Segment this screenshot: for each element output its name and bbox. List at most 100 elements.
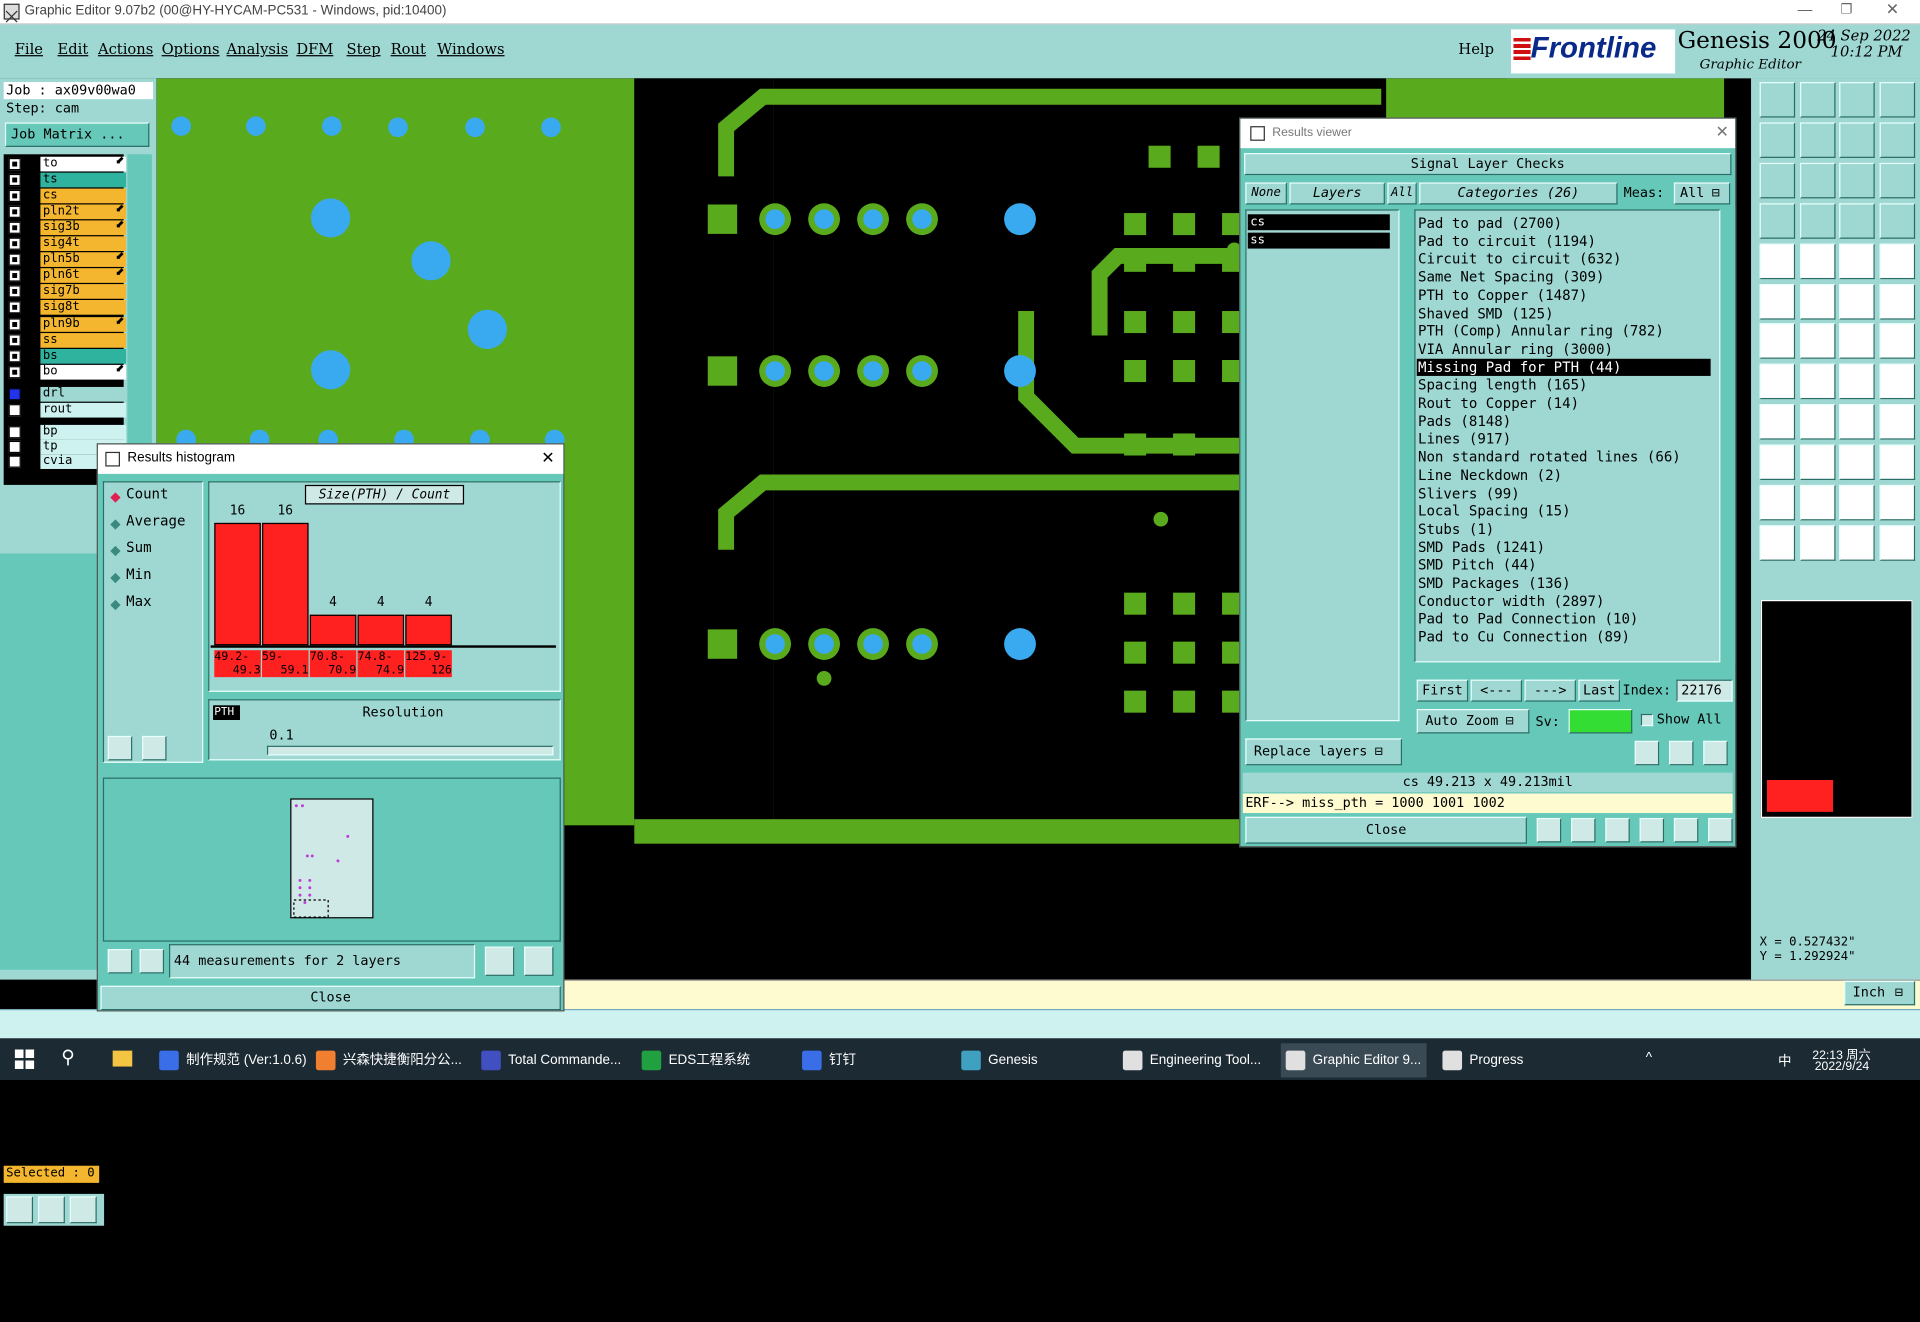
- report-icon[interactable]: [1673, 817, 1699, 843]
- search-icon[interactable]: ⚲: [61, 1046, 74, 1068]
- toolbar-tool-icon[interactable]: [1839, 283, 1875, 319]
- menu-step[interactable]: Step: [347, 40, 381, 57]
- toolbar-tool-icon[interactable]: [1759, 243, 1796, 279]
- toolbar-tool-icon[interactable]: [1759, 525, 1796, 561]
- category-item[interactable]: Pad to circuit (1194): [1417, 232, 1711, 249]
- toolbar-tool-icon[interactable]: [1759, 202, 1796, 239]
- export-icon[interactable]: [484, 946, 515, 976]
- toolbar-tool-icon[interactable]: [1878, 162, 1915, 199]
- histogram-bar[interactable]: [214, 522, 261, 646]
- layer-row[interactable]: bs: [5, 348, 127, 364]
- toolbar-tool-icon[interactable]: [1839, 82, 1875, 118]
- category-item[interactable]: Pad to Cu Connection (89): [1417, 628, 1711, 645]
- taskbar-app[interactable]: Total Commande...: [481, 1043, 621, 1077]
- layer-checkbox[interactable]: [8, 157, 21, 171]
- toolbar-tool-icon[interactable]: [1839, 122, 1875, 158]
- category-item[interactable]: PTH (Comp) Annular ring (782): [1417, 322, 1711, 339]
- toolbar-tool-icon[interactable]: [1799, 323, 1835, 360]
- layers-button[interactable]: Layers: [1289, 182, 1385, 205]
- taskbar-app[interactable]: Graphic Editor 9...: [1280, 1043, 1427, 1078]
- category-scrollbar[interactable]: [1720, 209, 1736, 663]
- measure-tool-icon[interactable]: [37, 1196, 65, 1224]
- toolbar-tool-icon[interactable]: [1878, 404, 1915, 440]
- layer-list-item[interactable]: cs: [1247, 214, 1390, 231]
- layer-row[interactable]: sig7b: [5, 284, 127, 300]
- toolbar-tool-icon[interactable]: [1759, 484, 1796, 521]
- toolbar-tool-icon[interactable]: [1799, 202, 1835, 239]
- category-item[interactable]: Local Spacing (15): [1417, 502, 1711, 519]
- toolbar-tool-icon[interactable]: [1839, 484, 1875, 521]
- toolbar-tool-icon[interactable]: [1839, 162, 1875, 199]
- layer-row[interactable]: pln2t ⬋: [5, 203, 127, 220]
- layer-checkbox[interactable]: [8, 455, 21, 468]
- category-hscrollbar[interactable]: [1414, 662, 1721, 675]
- toolbar-tool-icon[interactable]: [1799, 82, 1835, 118]
- minimize-icon[interactable]: —: [1798, 1, 1813, 18]
- histogram-bar[interactable]: [357, 614, 405, 646]
- layer-checkbox[interactable]: [8, 317, 21, 331]
- layer-list-scrollbar[interactable]: [1399, 209, 1412, 722]
- replace-layers-select[interactable]: Replace layers ⊟: [1245, 738, 1403, 766]
- toolbar-tool-icon[interactable]: [1839, 243, 1875, 279]
- menu-windows[interactable]: Windows: [437, 40, 504, 57]
- toolbar-tool-icon[interactable]: [1799, 283, 1835, 319]
- menu-analysis[interactable]: Analysis: [227, 40, 289, 57]
- menu-dfm[interactable]: DFM: [296, 40, 333, 57]
- category-item[interactable]: Missing Pad for PTH (44): [1416, 358, 1711, 376]
- next-button[interactable]: --->: [1524, 679, 1576, 702]
- histogram-option[interactable]: Min: [126, 566, 151, 583]
- layer-row[interactable]: bp: [5, 424, 127, 440]
- toolbar-tool-icon[interactable]: [1839, 364, 1875, 400]
- sv-color-select[interactable]: [1568, 708, 1633, 734]
- layer-checkbox[interactable]: [8, 426, 21, 439]
- category-item[interactable]: Pad to pad (2700): [1417, 214, 1711, 231]
- auto-zoom-select[interactable]: Auto Zoom ⊟: [1416, 708, 1530, 734]
- radio-icon[interactable]: ◆: [110, 542, 120, 558]
- toolbar-tool-icon[interactable]: [1839, 444, 1875, 481]
- histogram-bar[interactable]: [405, 614, 452, 646]
- layer-row[interactable]: drl: [5, 386, 127, 402]
- layer-row[interactable]: pln6t ⬋: [5, 267, 127, 284]
- all-button[interactable]: All: [1387, 182, 1417, 205]
- radio-icon[interactable]: ◆: [110, 516, 120, 532]
- toolbar-tool-icon[interactable]: [1878, 525, 1915, 561]
- category-item[interactable]: Pads (8148): [1417, 412, 1711, 429]
- category-item[interactable]: SMD Pitch (44): [1417, 556, 1711, 573]
- layer-scrollbar[interactable]: [127, 154, 152, 485]
- layer-checkbox[interactable]: [8, 173, 21, 187]
- histogram-option[interactable]: Max: [126, 593, 151, 610]
- results-close-icon[interactable]: ✕: [1716, 122, 1729, 142]
- layer-checkbox[interactable]: [8, 253, 21, 267]
- category-item[interactable]: Circuit to circuit (632): [1417, 250, 1711, 267]
- clear-icon[interactable]: [1605, 817, 1630, 843]
- toolbar-tool-icon[interactable]: [1839, 404, 1875, 440]
- layer-checkbox[interactable]: [8, 221, 21, 235]
- toolbar-tool-icon[interactable]: [1878, 122, 1915, 158]
- meas-select[interactable]: All ⊟: [1673, 182, 1731, 205]
- toolbar-tool-icon[interactable]: [1799, 162, 1835, 199]
- toolbar-tool-icon[interactable]: [1878, 82, 1915, 118]
- layer-row[interactable]: ts: [5, 172, 127, 188]
- taskbar-app[interactable]: Genesis: [961, 1043, 1038, 1077]
- radio-icon[interactable]: ◆: [110, 596, 120, 612]
- layer-row[interactable]: sig4t: [5, 236, 127, 252]
- category-item[interactable]: Lines (917): [1417, 430, 1711, 447]
- toolbar-tool-icon[interactable]: [1878, 202, 1915, 239]
- category-item[interactable]: Spacing length (165): [1417, 376, 1711, 393]
- ime-label[interactable]: 中: [1778, 1051, 1791, 1071]
- categories-button[interactable]: Categories (26): [1419, 182, 1618, 205]
- layer-row[interactable]: bo ⬋: [5, 363, 127, 380]
- histogram-close-button[interactable]: Close: [100, 985, 561, 1011]
- menu-edit[interactable]: Edit: [58, 40, 89, 57]
- show-all-checkbox[interactable]: [1640, 713, 1654, 727]
- restore-icon[interactable]: ❐: [1840, 1, 1852, 17]
- menu-options[interactable]: Options: [162, 40, 220, 57]
- layer-row[interactable]: pln5b ⬋: [5, 251, 127, 268]
- layer-row[interactable]: sig3b ⬋: [5, 219, 127, 236]
- layer-checkbox[interactable]: [8, 349, 21, 362]
- toolbar-tool-icon[interactable]: [1799, 243, 1835, 279]
- category-item[interactable]: SMD Packages (136): [1417, 574, 1711, 591]
- taskbar-app[interactable]: Progress: [1442, 1043, 1523, 1077]
- category-item[interactable]: VIA Annular ring (3000): [1417, 340, 1711, 357]
- radio-icon[interactable]: ◆: [110, 569, 120, 585]
